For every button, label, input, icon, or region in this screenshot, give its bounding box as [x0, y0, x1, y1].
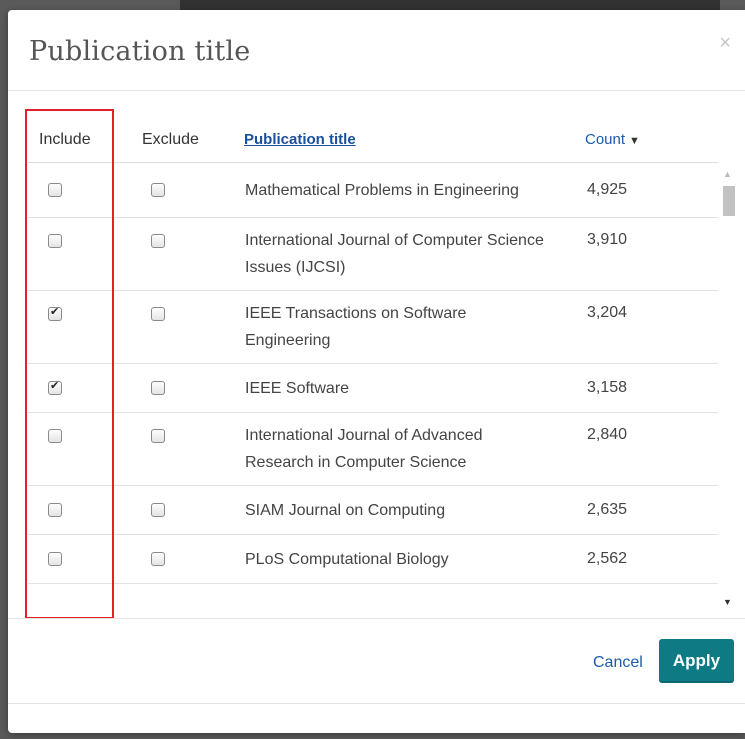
- table-row: PLoS Computational Biology 2,562: [28, 535, 718, 584]
- footer-bottom-divider: [8, 703, 745, 704]
- apply-button[interactable]: Apply: [659, 639, 734, 683]
- cancel-button[interactable]: Cancel: [593, 654, 643, 672]
- table-row: IEEE Transactions on Software Engineerin…: [28, 291, 718, 364]
- count-cell: 3,910: [587, 231, 628, 248]
- count-cell: 2,562: [587, 550, 628, 567]
- include-checkbox[interactable]: [48, 183, 62, 197]
- publication-title-sort-link[interactable]: Publication title: [244, 131, 356, 148]
- count-cell: 4,925: [587, 181, 628, 198]
- count-cell: 3,204: [587, 304, 628, 321]
- include-checkbox[interactable]: [48, 429, 62, 443]
- scroll-down-arrow-icon[interactable]: ▼: [723, 597, 732, 607]
- table-row: Multimedia Tools and Applications2,362: [28, 584, 718, 589]
- exclude-checkbox[interactable]: [151, 183, 165, 197]
- count-header-label: Count: [585, 131, 626, 148]
- sort-descending-icon: ▼: [629, 135, 640, 147]
- include-column-header: Include: [39, 131, 91, 148]
- publication-title-cell: IEEE Software: [245, 380, 350, 397]
- publication-title-cell: Mathematical Problems in Engineering: [245, 182, 519, 199]
- table-row: Mathematical Problems in Engineering 4,92…: [28, 163, 718, 218]
- results-scroll-area[interactable]: Mathematical Problems in Engineering 4,92…: [28, 163, 718, 589]
- publication-title-cell: PLoS Computational Biology: [245, 551, 449, 568]
- publication-title-cell: International Journal of Computer Scienc…: [245, 232, 544, 276]
- close-icon[interactable]: ×: [719, 32, 731, 55]
- include-checkbox[interactable]: [48, 503, 62, 517]
- exclude-checkbox[interactable]: [151, 381, 165, 395]
- include-checkbox[interactable]: [48, 379, 62, 395]
- include-checkbox[interactable]: [48, 234, 62, 248]
- dialog-header: Publication title ×: [8, 10, 745, 91]
- table-header: Include Exclude Publication title Count ▼: [28, 118, 718, 163]
- dialog-title: Publication title: [29, 36, 251, 67]
- publication-title-cell: IEEE Transactions on Software Engineerin…: [245, 305, 467, 349]
- table-row: International Journal of Computer Scienc…: [28, 218, 718, 291]
- publication-title-cell: SIAM Journal on Computing: [245, 502, 446, 519]
- exclude-checkbox[interactable]: [151, 503, 165, 517]
- scroll-up-arrow-icon[interactable]: ▲: [723, 169, 732, 179]
- footer-divider: [8, 618, 745, 619]
- publication-title-cell: International Journal of Advanced Resear…: [245, 427, 483, 471]
- count-sort-link[interactable]: Count ▼: [585, 131, 640, 148]
- include-checkbox[interactable]: [48, 552, 62, 566]
- exclude-checkbox[interactable]: [151, 234, 165, 248]
- exclude-column-header: Exclude: [142, 131, 199, 148]
- exclude-checkbox[interactable]: [151, 307, 165, 321]
- exclude-checkbox[interactable]: [151, 552, 165, 566]
- table-row: SIAM Journal on Computing 2,635: [28, 486, 718, 535]
- vertical-scrollbar[interactable]: ▲ ▼: [720, 169, 737, 607]
- publication-title-dialog: Publication title × Include Exclude Publ…: [8, 10, 745, 733]
- scrollbar-thumb[interactable]: [723, 186, 735, 216]
- count-cell: 3,158: [587, 379, 628, 396]
- include-checkbox[interactable]: [48, 305, 62, 321]
- count-cell: 2,635: [587, 501, 628, 518]
- exclude-checkbox[interactable]: [151, 429, 165, 443]
- count-cell: 2,840: [587, 426, 628, 443]
- table-row: International Journal of Advanced Resear…: [28, 413, 718, 486]
- table-row: IEEE Software 3,158: [28, 364, 718, 413]
